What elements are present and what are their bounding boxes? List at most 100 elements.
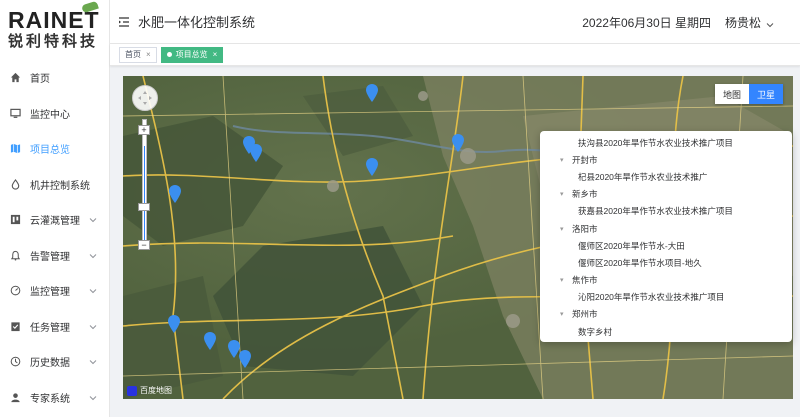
chevron-down-icon — [89, 216, 97, 224]
sidebar-item-task-management[interactable]: 任务管理 — [0, 309, 109, 345]
tree-item-label: 扶沟县2020年旱作节水农业技术推广项目 — [578, 137, 733, 148]
map-type-satellite-button[interactable]: 卫星 — [749, 84, 783, 104]
sidebar-item-label: 告警管理 — [30, 251, 70, 263]
current-date: 2022年06月30日 星期四 — [582, 15, 711, 30]
sidebar-item-label: 专家系统 — [30, 393, 70, 405]
sidebar-item-cloud-irrigation[interactable]: 云灌溉管理 — [0, 202, 109, 238]
tree-project-item[interactable]: 杞县2020年旱作节水农业技术推广 — [548, 168, 784, 185]
clock-icon — [9, 356, 21, 368]
sidebar-item-label: 历史数据 — [30, 358, 70, 370]
sidebar-item-monitor-management[interactable]: 监控管理 — [0, 273, 109, 309]
zoom-in-button[interactable]: + — [138, 125, 150, 135]
chevron-down-icon — [89, 394, 97, 402]
chevron-down-icon — [89, 252, 97, 260]
map-marker-icon[interactable] — [452, 134, 464, 152]
tree-city-node[interactable]: ▾ 焦作市 — [548, 272, 784, 289]
tree-item-label: 获嘉县2020年旱作节水农业技术推广项目 — [578, 206, 733, 217]
map-marker-icon[interactable] — [204, 332, 216, 350]
tree-project-item[interactable]: 数字乡村 — [548, 323, 784, 340]
chevron-down-icon — [89, 287, 97, 295]
water-drop-icon — [9, 178, 21, 190]
map-marker-icon[interactable] — [366, 84, 378, 102]
brand-logo: RAINET 锐利特科技 — [0, 0, 109, 60]
tree-project-item[interactable]: 获嘉县2020年旱作节水农业技术推广项目 — [548, 203, 784, 220]
sidebar-item-label: 监控中心 — [30, 109, 70, 121]
sidebar-item-project-overview[interactable]: 项目总览 — [0, 131, 109, 167]
tree-project-item[interactable]: 扶沟县2020年旱作节水农业技术推广项目 — [548, 134, 784, 151]
active-dot-icon — [166, 52, 172, 57]
sidebar-item-well-control[interactable]: 机井控制系统 — [0, 167, 109, 203]
sidebar-item-label: 云灌溉管理 — [30, 216, 80, 228]
tree-item-label: 开封市 — [572, 154, 598, 165]
tree-city-node[interactable]: ▾ 郑州市 — [548, 306, 784, 323]
tree-city-node[interactable]: ▾ 洛阳市 — [548, 220, 784, 237]
tree-item-label: 偃师区2020年旱作节水项目-地久 — [578, 257, 702, 268]
header-right: 2022年06月30日 星期四 杨贵松 — [582, 0, 774, 44]
tree-city-node[interactable]: ▾ 开封市 — [548, 151, 784, 168]
sidebar: RAINET 锐利特科技 首页 监控中心 项目总览 机井控制系统 云灌溉管理 告… — [0, 0, 110, 417]
sidebar-item-monitor-center[interactable]: 监控中心 — [0, 96, 109, 132]
tree-item-label: 杞县2020年旱作节水农业技术推广 — [578, 171, 708, 182]
map-type-switch: 地图 卫星 — [715, 84, 783, 104]
sidebar-item-expert-system[interactable]: 专家系统 — [0, 380, 109, 416]
app-root: RAINET 锐利特科技 首页 监控中心 项目总览 机井控制系统 云灌溉管理 告… — [0, 0, 800, 417]
logo-text-en: RAINET — [8, 0, 109, 32]
map-navigation-control: + − — [132, 85, 158, 250]
tag-label: 首页 — [125, 50, 141, 59]
home-icon — [9, 72, 21, 84]
tag-home[interactable]: 首页 × — [119, 46, 157, 63]
sidebar-item-label: 项目总览 — [30, 145, 70, 157]
tree-project-item[interactable]: 偃师区2020年旱作节水-大田 — [548, 237, 784, 254]
chevron-down-icon — [89, 358, 97, 366]
pan-control[interactable] — [132, 85, 158, 111]
attribution-text: 百度地图 — [140, 386, 172, 395]
task-icon — [9, 320, 21, 332]
caret-down-icon: ▾ — [560, 191, 564, 199]
sidebar-item-label: 首页 — [30, 74, 50, 86]
gauge-icon — [9, 285, 21, 297]
sidebar-item-label: 机井控制系统 — [30, 180, 90, 192]
close-icon[interactable]: × — [146, 50, 151, 59]
zoom-slider-track[interactable] — [142, 119, 147, 247]
map-icon — [9, 143, 21, 155]
close-icon[interactable]: × — [213, 50, 218, 59]
zoom-out-button[interactable]: − — [138, 240, 150, 250]
hamburger-fold-icon[interactable] — [118, 16, 130, 28]
chevron-down-icon — [89, 323, 97, 331]
user-menu[interactable]: 杨贵松 — [725, 14, 774, 31]
expert-icon — [9, 391, 21, 403]
map-marker-icon[interactable] — [168, 315, 180, 333]
tag-project-overview[interactable]: 项目总览 × — [160, 46, 224, 63]
top-header: 水肥一体化控制系统 2022年06月30日 星期四 杨贵松 — [110, 0, 800, 44]
zoom-slider-handle[interactable] — [138, 203, 150, 211]
sidebar-item-label: 任务管理 — [30, 322, 70, 334]
map-marker-icon[interactable] — [250, 144, 262, 162]
map-marker-icon[interactable] — [366, 158, 378, 176]
tree-item-label: 沁阳2020年旱作节水农业技术推广项目 — [578, 292, 725, 303]
caret-down-icon: ▾ — [560, 311, 564, 319]
sidebar-item-home[interactable]: 首页 — [0, 60, 109, 96]
tree-city-node[interactable]: ▾ 新乡市 — [548, 186, 784, 203]
caret-down-icon: ▾ — [560, 277, 564, 285]
caret-down-icon: ▾ — [560, 225, 564, 233]
user-name: 杨贵松 — [724, 15, 761, 30]
tree-item-label: 数字乡村 — [578, 326, 613, 337]
map-marker-icon[interactable] — [169, 185, 181, 203]
tree-item-label: 郑州市 — [572, 309, 598, 320]
caret-down-icon: ▾ — [560, 156, 564, 164]
project-tree-panel: 扶沟县2020年旱作节水农业技术推广项目 ▾ 开封市 杞县2020年旱作节水农业技… — [540, 131, 792, 342]
pan-arrows-icon — [138, 91, 152, 105]
tree-project-item[interactable]: 偃师区2020年旱作节水项目-地久 — [548, 254, 784, 271]
system-title: 水肥一体化控制系统 — [138, 15, 256, 30]
tree-project-item[interactable]: 沁阳2020年旱作节水农业技术推广项目 — [548, 289, 784, 306]
tags-view: 首页 × 项目总览 × — [110, 44, 800, 66]
sidebar-item-alarm[interactable]: 告警管理 — [0, 238, 109, 274]
sidebar-item-label: 监控管理 — [30, 287, 70, 299]
chevron-down-icon — [766, 18, 774, 28]
map-marker-icon[interactable] — [239, 350, 251, 368]
map-attribution: 百度地图 — [127, 385, 172, 396]
tag-label: 项目总览 — [175, 50, 208, 59]
map-type-map-button[interactable]: 地图 — [715, 84, 749, 104]
sidebar-item-history-data[interactable]: 历史数据 — [0, 344, 109, 380]
baidu-paw-icon — [127, 385, 137, 396]
